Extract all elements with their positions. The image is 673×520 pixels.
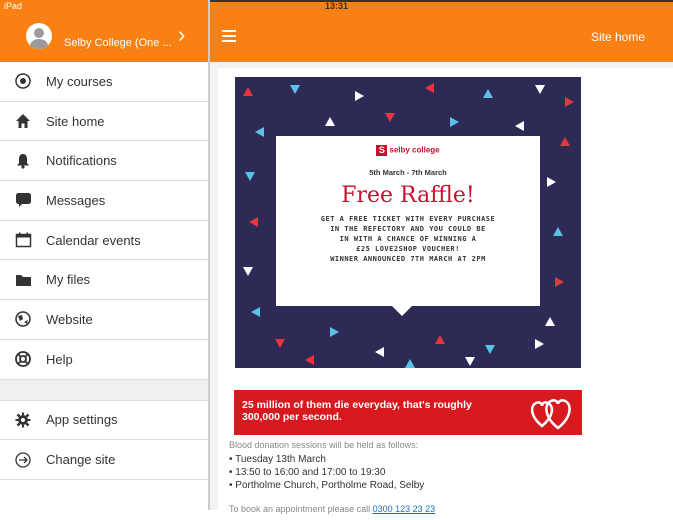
poster-headline: Free Raffle! (341, 183, 475, 208)
chevron-right-icon[interactable]: › (178, 22, 185, 48)
confetti-triangle (290, 85, 300, 94)
message-icon (0, 192, 46, 208)
sidebar-item-calendar-events[interactable]: Calendar events (0, 221, 208, 261)
confetti-triangle (555, 277, 564, 287)
session-list: • Tuesday 13th March • 13:50 to 16:00 an… (229, 454, 424, 493)
poster-body: GET A FREE TICKET WITH EVERY PURCHASE IN… (320, 215, 496, 263)
list-item: • 13:50 to 16:00 and 17:00 to 19:30 (229, 467, 386, 478)
confetti-triangle (275, 339, 285, 348)
help-icon (0, 351, 46, 368)
sidebar-item-my-courses[interactable]: My courses (0, 62, 208, 102)
hearts-icon (528, 392, 574, 437)
sidebar-item-label: Help (46, 351, 73, 367)
sidebar-item-label: Change site (46, 452, 116, 468)
sidebar-item-label: Notifications (46, 153, 117, 169)
confetti-triangle (385, 113, 395, 122)
home-icon (0, 113, 46, 129)
blood-intro: Blood donation sessions will be held as … (229, 440, 419, 450)
confetti-triangle (375, 347, 384, 357)
confetti-triangle (515, 121, 524, 131)
booking-text: To book an appointment please call 0300 … (229, 504, 436, 514)
raffle-poster[interactable]: Sselby college 5th March - 7th March Fre… (235, 77, 581, 368)
site-name[interactable]: Selby College (One ... (64, 37, 172, 49)
sidebar-item-app-settings[interactable]: App settings (0, 401, 208, 441)
clock: 13:31 (324, 1, 349, 11)
confetti-triangle (245, 172, 255, 181)
confetti-triangle (553, 227, 563, 236)
sidebar-item-help[interactable]: Help (0, 340, 208, 380)
menu-divider (0, 379, 208, 401)
sidebar-item-label: Site home (46, 113, 105, 129)
page-title: Site home (590, 30, 645, 44)
hamburger-menu-icon[interactable] (222, 30, 236, 45)
confetti-triangle (465, 357, 475, 366)
phone-link[interactable]: 0300 123 23 23 (373, 504, 436, 514)
confetti-triangle (547, 177, 556, 187)
list-item: • Tuesday 13th March (229, 454, 326, 465)
main-content: Sselby college 5th March - 7th March Fre… (210, 62, 673, 520)
confetti-triangle (249, 217, 258, 227)
raffle-card: Sselby college 5th March - 7th March Fre… (218, 68, 673, 380)
globe-icon (0, 311, 46, 328)
confetti-triangle (251, 307, 260, 317)
sidebar-item-label: My courses (46, 73, 113, 89)
sidebar-item-change-site[interactable]: Change site (0, 440, 208, 480)
list-item: • Portholme Church, Portholme Road, Selb… (229, 480, 425, 491)
bell-icon (0, 153, 46, 169)
sidebar: Selby College (One ... › My courses Site… (0, 0, 208, 510)
poster-notice: Sselby college 5th March - 7th March Fre… (276, 136, 540, 316)
confetti-triangle (243, 267, 253, 276)
sidebar-item-label: My files (46, 272, 91, 288)
confetti-triangle (355, 91, 364, 101)
confetti-triangle (325, 117, 335, 126)
sidebar-item-label: Messages (46, 192, 106, 208)
gear-icon (0, 412, 46, 428)
confetti-triangle (255, 127, 264, 137)
my-courses-icon (0, 73, 46, 90)
confetti-triangle (305, 355, 314, 365)
folder-icon (0, 272, 46, 288)
confetti-triangle (450, 117, 459, 127)
sidebar-item-label: Website (46, 311, 93, 327)
confetti-triangle (243, 87, 253, 96)
sidebar-item-label: Calendar events (46, 232, 141, 248)
blood-banner[interactable]: 25 million of them die everyday, that's … (234, 390, 582, 435)
sidebar-item-site-home[interactable]: Site home (0, 102, 208, 142)
confetti-triangle (560, 137, 570, 146)
status-bar: iPad 13:31 (0, 0, 673, 14)
confetti-triangle (330, 327, 339, 337)
poster-dates: 5th March - 7th March (369, 168, 447, 177)
confetti-triangle (535, 339, 544, 349)
sidebar-item-my-files[interactable]: My files (0, 260, 208, 301)
confetti-triangle (545, 317, 555, 326)
sidebar-item-notifications[interactable]: Notifications (0, 141, 208, 182)
user-avatar[interactable] (26, 23, 52, 49)
confetti-triangle (485, 345, 495, 354)
sidebar-item-website[interactable]: Website (0, 300, 208, 340)
banner-text: 25 million of them die everyday, that's … (242, 399, 472, 423)
confetti-triangle (405, 359, 415, 368)
confetti-triangle (425, 83, 434, 93)
blood-donation-card: 25 million of them die everyday, that's … (218, 380, 673, 520)
confetti-triangle (565, 97, 574, 107)
calendar-icon (0, 232, 46, 248)
sidebar-item-messages[interactable]: Messages (0, 181, 208, 221)
main-menu: My courses Site home Notifications Messa… (0, 62, 208, 480)
confetti-triangle (535, 85, 545, 94)
confetti-triangle (483, 89, 493, 98)
change-site-icon (0, 451, 46, 468)
college-logo: Sselby college (276, 145, 540, 156)
sidebar-item-label: App settings (46, 412, 118, 428)
confetti-triangle (435, 335, 445, 344)
